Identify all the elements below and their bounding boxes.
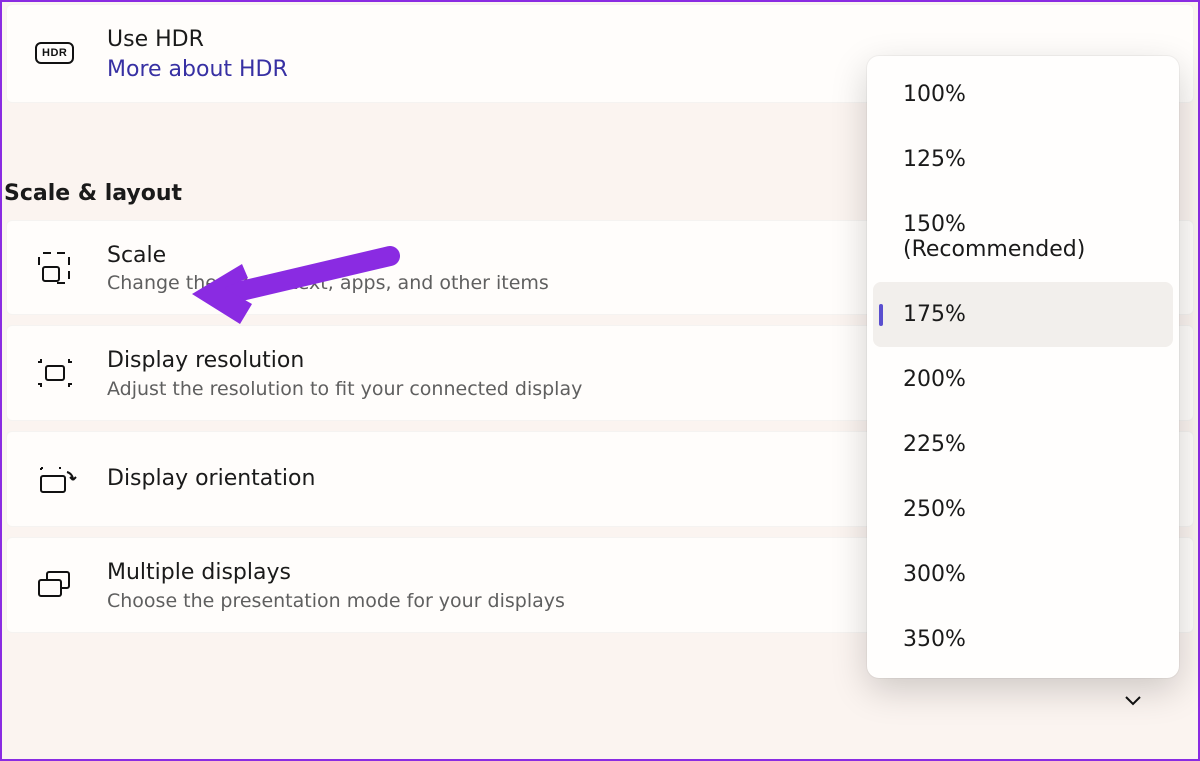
hdr-title: Use HDR (107, 25, 1165, 55)
hdr-icon: HDR (35, 42, 107, 64)
scale-option[interactable]: 350% (873, 607, 1173, 672)
resolution-icon (35, 356, 107, 390)
scale-option[interactable]: 250% (873, 477, 1173, 542)
scale-option[interactable]: 300% (873, 542, 1173, 607)
scale-option[interactable]: 200% (873, 347, 1173, 412)
resolution-title: Display resolution (107, 346, 986, 376)
scale-option[interactable]: 100% (873, 62, 1173, 127)
scale-dropdown[interactable]: 100%125%150% (Recommended)175%200%225%25… (867, 56, 1179, 678)
scale-option[interactable]: 150% (Recommended) (873, 192, 1173, 282)
multiple-displays-icon (35, 568, 107, 602)
expand-chevron-icon[interactable] (1122, 689, 1144, 715)
scale-icon (35, 249, 107, 287)
resolution-sub: Adjust the resolution to fit your connec… (107, 378, 986, 400)
scale-option[interactable]: 125% (873, 127, 1173, 192)
orientation-icon (35, 462, 107, 496)
scale-option[interactable]: 225% (873, 412, 1173, 477)
scale-option[interactable]: 175% (873, 282, 1173, 347)
